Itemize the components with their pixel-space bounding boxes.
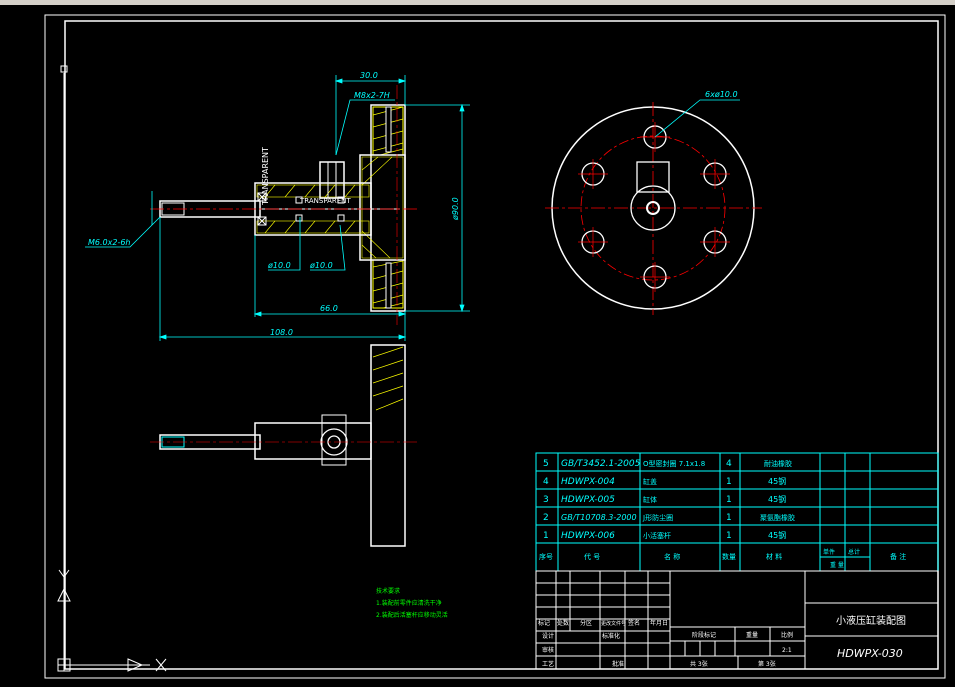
svg-text:序号: 序号 — [539, 552, 553, 561]
svg-text:4: 4 — [543, 477, 549, 487]
dim-shaft-thread: M6.0x2-6h — [88, 238, 131, 247]
tb-change-doc: 更改文件号 — [601, 620, 626, 627]
svg-text:名 称: 名 称 — [664, 552, 680, 561]
ucs-icon — [57, 569, 167, 672]
svg-text:3: 3 — [543, 495, 549, 505]
bom-row-3[interactable]: 3 HDWPX-005 缸体 1 45钢 — [543, 494, 786, 505]
tb-drawing-name: 小液压缸装配图 — [836, 614, 906, 627]
svg-text:小活塞杆: 小活塞杆 — [643, 531, 671, 540]
svg-text:重 量: 重 量 — [830, 561, 844, 569]
transparent-label-horizontal: TRANSPARENT — [299, 197, 351, 205]
svg-text:材 料: 材 料 — [766, 552, 782, 561]
dim-total-length: 108.0 — [270, 328, 293, 337]
svg-text:45钢: 45钢 — [768, 494, 786, 504]
tb-approve: 批准 — [612, 660, 624, 668]
tb-date: 年月日 — [650, 619, 668, 627]
front-section-view[interactable]: TRANSPARENT TRANSPARENT — [150, 85, 420, 325]
tb-count: 处数 — [557, 619, 569, 627]
svg-text:1: 1 — [726, 477, 732, 487]
svg-text:备 注: 备 注 — [890, 552, 906, 561]
title-block[interactable]: 标记 处数 分区 更改文件号 签名 年月日 设计 标准化 审核 工艺 批准 阶段… — [535, 570, 939, 670]
svg-text:缸体: 缸体 — [643, 495, 657, 504]
tb-zone: 分区 — [580, 619, 592, 627]
dim-holes: 6xø10.0 — [705, 90, 738, 99]
svg-text:2: 2 — [543, 513, 549, 523]
bom-row-5[interactable]: 5 GB/T3452.1-2005 O型密封圈 7.1x1.8 4 耐油橡胶 — [543, 459, 792, 469]
flange-hatch — [372, 106, 404, 309]
svg-text:HDWPX-004: HDWPX-004 — [561, 477, 615, 487]
svg-text:J形防尘圈: J形防尘圈 — [642, 513, 673, 522]
dim-height: ø90.0 — [451, 197, 460, 221]
tb-stage-mark: 阶段标记 — [692, 631, 716, 639]
circular-side-view[interactable]: 6xø10.0 — [545, 90, 762, 315]
dim-inner-length: 66.0 — [320, 304, 338, 313]
tb-scale-value: 2:1 — [782, 647, 792, 654]
notes-line-1: 1.装配前零件应清洗干净 — [376, 599, 442, 607]
svg-text:聚氨酯橡胶: 聚氨酯橡胶 — [760, 513, 795, 522]
svg-text:1: 1 — [726, 531, 732, 541]
svg-text:1: 1 — [726, 495, 732, 505]
svg-text:O型密封圈 7.1x1.8: O型密封圈 7.1x1.8 — [643, 459, 705, 468]
svg-text:HDWPX-006: HDWPX-006 — [561, 531, 615, 541]
tb-scale: 比例 — [781, 631, 793, 639]
tb-process: 工艺 — [542, 660, 554, 668]
dim-diameter-left: ø10.0 — [267, 261, 291, 270]
svg-text:1: 1 — [543, 531, 549, 541]
tb-weight: 重量 — [746, 631, 758, 639]
bom-header-row: 序号 代 号 名 称 数量 材 料 单件 总计 重 量 备 注 — [539, 548, 906, 569]
dim-thread: M8x2-7H — [354, 91, 390, 100]
tb-standard: 标准化 — [602, 632, 620, 640]
svg-text:4: 4 — [726, 459, 732, 469]
drawing-frame — [44, 14, 946, 679]
svg-text:单件: 单件 — [823, 548, 835, 556]
dim-top-width: 30.0 — [360, 71, 378, 80]
tb-sheets: 共 3张 — [690, 660, 708, 668]
svg-text:代 号: 代 号 — [584, 552, 600, 561]
front-view-dimensions[interactable] — [85, 75, 470, 341]
bom-row-1[interactable]: 1 HDWPX-006 小活塞杆 1 45钢 — [543, 530, 786, 541]
svg-text:45钢: 45钢 — [768, 476, 786, 486]
transparent-label-vertical: TRANSPARENT — [261, 147, 270, 206]
tb-sheet: 第 3张 — [758, 660, 776, 668]
svg-text:HDWPX-005: HDWPX-005 — [561, 495, 615, 505]
notes-title: 技术要求 — [376, 587, 400, 595]
bom-table[interactable]: 5 GB/T3452.1-2005 O型密封圈 7.1x1.8 4 耐油橡胶 4… — [535, 452, 939, 572]
notes-line-2: 2.装配后活塞杆应移动灵活 — [376, 611, 448, 619]
tb-sign: 签名 — [628, 619, 640, 627]
svg-text:45钢: 45钢 — [768, 530, 786, 540]
bottom-view[interactable] — [150, 344, 420, 547]
tb-drawing-code: HDWPX-030 — [837, 647, 903, 660]
front-view-dimension-text: 30.0 M8x2-7H ø90.0 66.0 108.0 M6.0x2-6h … — [88, 71, 460, 337]
bolt-holes — [581, 125, 727, 289]
svg-text:GB/T10708.3-2000: GB/T10708.3-2000 — [561, 513, 637, 522]
bom-row-2[interactable]: 2 GB/T10708.3-2000 J形防尘圈 1 聚氨酯橡胶 — [543, 513, 795, 523]
cad-canvas[interactable]: TRANSPARENT TRANSPARENT 30.0 M8x2-7H ø90… — [0, 5, 955, 683]
svg-text:GB/T3452.1-2005: GB/T3452.1-2005 — [561, 459, 641, 469]
tb-review: 审核 — [542, 646, 554, 654]
tb-mark: 标记 — [538, 619, 550, 627]
technical-notes: 技术要求 1.装配前零件应清洗干净 2.装配后活塞杆应移动灵活 — [376, 587, 448, 619]
svg-text:数量: 数量 — [722, 552, 736, 561]
svg-text:总计: 总计 — [848, 548, 860, 556]
tb-design: 设计 — [542, 632, 554, 640]
svg-text:5: 5 — [543, 459, 549, 469]
svg-text:耐油橡胶: 耐油橡胶 — [764, 459, 792, 468]
svg-text:缸盖: 缸盖 — [643, 477, 657, 486]
dim-diameter-right: ø10.0 — [309, 261, 333, 270]
svg-text:1: 1 — [726, 513, 732, 523]
bom-row-4[interactable]: 4 HDWPX-004 缸盖 1 45钢 — [543, 476, 786, 487]
drawing-viewport[interactable]: TRANSPARENT TRANSPARENT 30.0 M8x2-7H ø90… — [0, 5, 955, 683]
